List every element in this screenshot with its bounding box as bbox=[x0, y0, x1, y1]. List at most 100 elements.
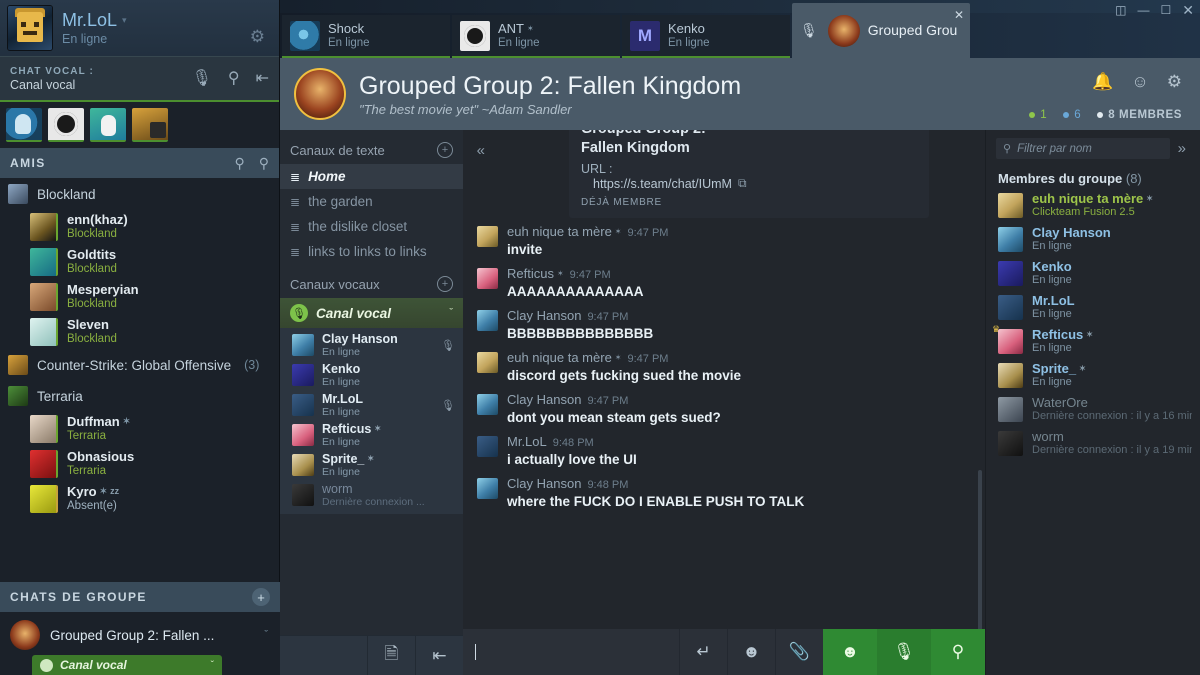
message-input[interactable] bbox=[463, 629, 679, 675]
member-list-item[interactable]: Sprite_ ✶ En ligne bbox=[986, 358, 1200, 392]
add-group-chat-icon[interactable]: + bbox=[252, 588, 270, 606]
disconnect-icon[interactable]: ⇤ bbox=[256, 70, 269, 87]
microphone-icon[interactable]: 🎙 bbox=[441, 399, 455, 412]
friend-list-item[interactable]: Duffman ✶ Terraria bbox=[0, 411, 279, 446]
voice-member-item[interactable]: worm Dernière connexion ... bbox=[280, 480, 463, 510]
member-list-item[interactable]: WaterOre Dernière connexion : il y a 16 m… bbox=[986, 392, 1200, 426]
microphone-icon[interactable]: 🎙 bbox=[441, 339, 455, 352]
sidebar-toggle-icon[interactable]: ◫ bbox=[1115, 4, 1126, 16]
self-profile-header[interactable]: Mr.LoL ▾ En ligne ⚙ bbox=[0, 0, 279, 56]
voice-channel-members[interactable]: Clay Hanson En ligne 🎙 Kenko En ligne Mr.LoL E… bbox=[280, 328, 463, 514]
self-name-row[interactable]: Mr.LoL ▾ bbox=[62, 10, 244, 30]
voice-member-item[interactable]: Clay Hanson En ligne 🎙 bbox=[280, 330, 463, 360]
send-icon[interactable]: ↵ bbox=[679, 629, 727, 675]
avatar[interactable] bbox=[477, 394, 498, 415]
bell-icon[interactable]: 🔔 bbox=[1092, 72, 1113, 92]
group-chat-voice-channel[interactable]: Canal vocal ˇ bbox=[32, 655, 222, 675]
friend-list-item[interactable]: Kyro ✶ zᴢ Absent(e) bbox=[0, 481, 279, 516]
friend-list-item[interactable]: enn(khaz) Blockland bbox=[0, 209, 279, 244]
gear-icon[interactable]: ⚙ bbox=[1167, 72, 1182, 92]
game-thumbnail[interactable] bbox=[48, 108, 84, 142]
friend-list-item[interactable]: Obnasious Terraria bbox=[0, 446, 279, 481]
microphone-icon[interactable]: 🎙 bbox=[192, 70, 212, 87]
avatar[interactable] bbox=[477, 268, 498, 289]
chevron-down-icon[interactable]: ˇ bbox=[264, 629, 268, 641]
member-list-item[interactable]: euh nique ta mère ✶ Clickteam Fusion 2.5 bbox=[986, 188, 1200, 222]
text-channel-item[interactable]: ≣ the garden bbox=[280, 189, 463, 214]
add-voice-channel-icon[interactable]: + bbox=[437, 276, 453, 292]
chat-tab-ant[interactable]: ANT ✶ En ligne bbox=[452, 15, 620, 58]
member-list-item[interactable]: Kenko En ligne bbox=[986, 256, 1200, 290]
headset-icon[interactable]: ⚲ bbox=[228, 70, 240, 87]
message-author[interactable]: Mr.LoL bbox=[507, 434, 547, 449]
voice-member-item[interactable]: Mr.LoL En ligne 🎙 bbox=[280, 390, 463, 420]
text-channel-list[interactable]: ≣ Home ≣ the garden ≣ the dislike closet ≣ link… bbox=[280, 164, 463, 264]
headset-icon[interactable]: ⚲ bbox=[931, 629, 985, 675]
avatar[interactable] bbox=[477, 310, 498, 331]
close-icon[interactable]: ✕ bbox=[954, 8, 964, 22]
gear-icon[interactable]: ⚙ bbox=[244, 27, 271, 47]
notes-icon[interactable]: 🗎 bbox=[367, 635, 415, 675]
member-list-item[interactable]: ♛ Refticus ✶ En ligne bbox=[986, 324, 1200, 358]
add-friend-icon[interactable]: ⚲ bbox=[259, 155, 269, 172]
friends-group-header[interactable]: Counter-Strike: Global Offensive (3) bbox=[0, 349, 279, 380]
text-channel-item[interactable]: ≣ the dislike closet bbox=[280, 214, 463, 239]
message-author[interactable]: euh nique ta mère ✶ bbox=[507, 350, 622, 365]
disconnect-icon[interactable]: ⇤ bbox=[415, 635, 463, 675]
message-author[interactable]: Clay Hanson bbox=[507, 308, 581, 323]
emoji-icon[interactable]: ☻ bbox=[727, 629, 775, 675]
message-author[interactable]: euh nique ta mère ✶ bbox=[507, 224, 622, 239]
voice-channel-row[interactable]: 🎙 Canal vocal ˇ bbox=[280, 298, 463, 328]
game-thumbnail[interactable] bbox=[6, 108, 42, 142]
chat-tab-group[interactable]: 🎙 Grouped Grou ✕ bbox=[792, 3, 970, 58]
message-scroll[interactable]: Grouped Group 2: Fallen Kingdom URL : ht… bbox=[463, 130, 985, 629]
friend-list-item[interactable]: Goldtits Blockland bbox=[0, 244, 279, 279]
game-thumbnail[interactable] bbox=[132, 108, 168, 142]
collapse-sidebar-icon[interactable]: « bbox=[477, 142, 485, 159]
search-icon[interactable]: ⚲ bbox=[234, 155, 244, 172]
group-chat-item[interactable]: Grouped Group 2: Fallen ... ˇ bbox=[0, 618, 280, 652]
copy-icon[interactable]: ⧉ bbox=[738, 176, 747, 191]
message-author[interactable]: Clay Hanson bbox=[507, 476, 581, 491]
voice-member-item[interactable]: Kenko En ligne bbox=[280, 360, 463, 390]
avatar[interactable] bbox=[477, 352, 498, 373]
minimize-icon[interactable]: — bbox=[1138, 4, 1150, 16]
add-text-channel-icon[interactable]: + bbox=[437, 142, 453, 158]
chat-tabstrip[interactable]: ShockEn ligneANT✶En ligneKenkoEn ligne🎙G… bbox=[280, 3, 1200, 58]
message-author[interactable]: Clay Hanson bbox=[507, 392, 581, 407]
chevron-down-icon[interactable]: ˇ bbox=[211, 660, 214, 671]
chevron-down-icon[interactable]: ˇ bbox=[449, 307, 453, 319]
invite-member-icon[interactable]: ☺ bbox=[1131, 72, 1148, 92]
friend-list-item[interactable]: Mesperyian Blockland bbox=[0, 279, 279, 314]
voice-join-icon[interactable]: ☻ bbox=[823, 629, 877, 675]
chat-tab-kenko[interactable]: KenkoEn ligne bbox=[622, 15, 790, 58]
avatar[interactable] bbox=[8, 6, 52, 50]
voice-member-item[interactable]: Sprite_ ✶ En ligne bbox=[280, 450, 463, 480]
text-channel-item[interactable]: ≣ Home bbox=[280, 164, 463, 189]
friends-group-header[interactable]: Blockland bbox=[0, 178, 279, 209]
member-list-item[interactable]: worm Dernière connexion : il y a 19 minu bbox=[986, 426, 1200, 460]
game-thumbnail[interactable] bbox=[90, 108, 126, 142]
member-list-item[interactable]: Clay Hanson En ligne bbox=[986, 222, 1200, 256]
avatar[interactable] bbox=[477, 226, 498, 247]
microphone-icon[interactable]: 🎙 bbox=[877, 629, 931, 675]
member-list-item[interactable]: Mr.LoL En ligne bbox=[986, 290, 1200, 324]
group-avatar[interactable] bbox=[294, 68, 346, 120]
window-titlebar[interactable] bbox=[280, 0, 1200, 13]
friend-list-item[interactable]: Sleven Blockland bbox=[0, 314, 279, 349]
scrollbar[interactable] bbox=[978, 470, 982, 640]
friends-list[interactable]: Blockland enn(khaz) Blockland Goldtits Block… bbox=[0, 178, 279, 543]
avatar[interactable] bbox=[477, 436, 498, 457]
maximize-icon[interactable]: ☐ bbox=[1161, 4, 1172, 16]
chevron-down-icon[interactable]: ▾ bbox=[122, 10, 127, 30]
message-author[interactable]: Refticus ✶ bbox=[507, 266, 564, 281]
member-list[interactable]: euh nique ta mère ✶ Clickteam Fusion 2.5 Cl… bbox=[986, 188, 1200, 460]
voice-member-item[interactable]: Refticus ✶ En ligne bbox=[280, 420, 463, 450]
close-icon[interactable]: ✕ bbox=[1182, 3, 1194, 17]
text-channel-item[interactable]: ≣ links to links to links bbox=[280, 239, 463, 264]
member-filter-input[interactable]: ⚲ Filtrer par nom bbox=[996, 138, 1170, 159]
chat-tab-shock[interactable]: Shock En ligne bbox=[282, 15, 450, 58]
expand-panel-icon[interactable]: » bbox=[1178, 140, 1192, 157]
avatar[interactable] bbox=[477, 478, 498, 499]
invite-url-row[interactable]: https://s.team/chat/IUmM ⧉ bbox=[593, 176, 917, 191]
